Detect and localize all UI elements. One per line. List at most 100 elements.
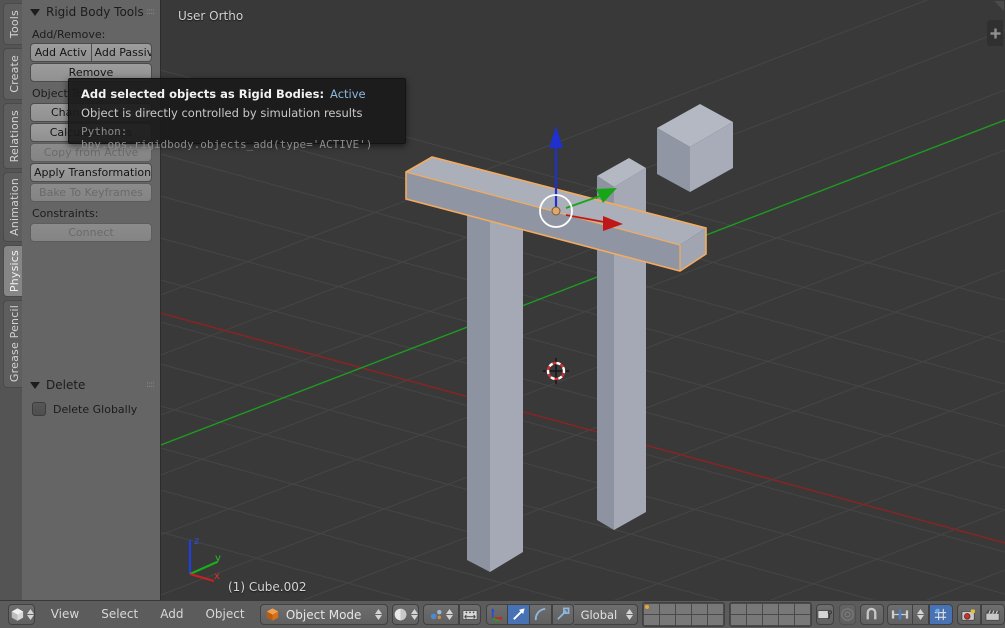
layer-active-dot (644, 605, 649, 609)
shading-solid-icon (394, 608, 407, 621)
layer-cell (691, 615, 707, 625)
translate-manipulator-button[interactable] (507, 604, 530, 625)
layer-cell (795, 615, 811, 625)
checkbox-label: Delete Globally (53, 402, 138, 416)
mesh-post-left (467, 187, 523, 572)
layer-cell (747, 604, 763, 614)
layer-cell (643, 615, 659, 625)
mini-axis-gizmo: z y x (188, 536, 221, 583)
menu-select[interactable]: Select (90, 604, 149, 625)
tooltip-value: Active (330, 87, 366, 101)
connect-button[interactable]: Connect (30, 223, 152, 242)
svg-text:z: z (194, 536, 199, 547)
translate-manipulator-icon (512, 608, 525, 620)
snap-target-closest-icon (891, 609, 908, 620)
snap-target-dropdown[interactable] (912, 604, 929, 625)
tool-shelf-tab-column: Tools Create Relations Animation Physics… (0, 0, 25, 600)
panel-title: Rigid Body Tools (46, 5, 144, 19)
chevron-updown-icon (916, 609, 924, 620)
svg-text:y: y (215, 553, 221, 564)
manipulator-group: Global (485, 604, 638, 625)
proportional-edit-off-icon (840, 608, 854, 621)
collapse-triangle-icon (30, 8, 40, 16)
proportional-edit-button[interactable] (838, 604, 856, 625)
scene-layers-group-2[interactable] (729, 602, 813, 627)
transform-orientation-selector[interactable]: Global (573, 604, 638, 625)
add-active-button[interactable]: Add Activ (30, 43, 92, 62)
orientation-label: Global (580, 607, 618, 622)
lock-to-scene-icon (817, 609, 833, 619)
layer-cell (731, 615, 747, 625)
scene-layers-group-1[interactable] (641, 602, 725, 627)
chevron-updown-icon (374, 609, 382, 620)
layer-cell (659, 615, 675, 625)
snap-element-increment-icon (935, 608, 947, 621)
menu-add[interactable]: Add (149, 604, 194, 625)
render-still-button[interactable] (957, 604, 982, 625)
tab-label: Tools (8, 9, 21, 39)
scale-manipulator-icon (557, 607, 570, 620)
layer-cell (691, 604, 707, 614)
manipulator-toggle-button[interactable] (485, 604, 508, 625)
rotate-manipulator-icon (534, 607, 545, 621)
menu-object[interactable]: Object (194, 604, 255, 625)
chevron-updown-icon (411, 609, 419, 620)
lock-to-scene-button[interactable] (816, 604, 835, 625)
layer-cell (763, 615, 779, 625)
viewport-shading-selector[interactable] (392, 604, 420, 625)
layer-cell (747, 615, 763, 625)
layer-cell (707, 604, 723, 614)
layer-cell (675, 604, 691, 614)
chevron-updown-icon (26, 609, 34, 620)
chevron-updown-icon (625, 609, 633, 620)
menu-view[interactable]: View (40, 604, 90, 625)
viewport-header-bar: View Select Add Object Object Mode Globa… (0, 600, 1005, 628)
snap-toggle-button[interactable] (859, 604, 884, 625)
render-still-camera-icon (961, 608, 975, 621)
tooltip-python-label: Python: (81, 125, 128, 138)
pivot-point-selector[interactable] (423, 604, 460, 625)
npanel-toggle-plus-icon[interactable] (987, 20, 1003, 46)
tooltip-description: Object is directly controlled by simulat… (81, 106, 363, 120)
panel-header-delete[interactable]: Delete :::: (22, 373, 160, 396)
viewport-corner-grip[interactable] (994, 1, 1004, 11)
add-passive-button[interactable]: Add Passiv (91, 43, 152, 62)
rotate-manipulator-button[interactable] (529, 604, 552, 625)
tooltip-python-row: Python: bpy.ops.rigidbody.objects_add(ty… (81, 125, 395, 151)
viewport-object-name: (1) Cube.002 (228, 580, 307, 594)
pivot-median-point-icon (431, 609, 442, 620)
tooltip-title: Add selected objects as Rigid Bodies: (81, 87, 325, 101)
layer-cell (795, 604, 811, 614)
snap-magnet-icon (866, 607, 877, 620)
mode-selector[interactable]: Object Mode (259, 604, 388, 625)
tooltip: Add selected objects as Rigid Bodies: Act… (68, 78, 406, 151)
delete-globally-checkbox[interactable]: Delete Globally (22, 396, 160, 416)
svg-text:x: x (214, 571, 220, 582)
checkbox-box-icon (32, 402, 46, 416)
snap-element-button[interactable] (928, 604, 953, 625)
apply-transformation-button[interactable]: Apply Transformation (30, 163, 152, 182)
scale-manipulator-button[interactable] (551, 604, 574, 625)
layer-cell (763, 604, 779, 614)
viewport-view-label: User Ortho (178, 9, 244, 23)
bake-to-keyframes-button[interactable]: Bake To Keyframes (30, 183, 152, 202)
blender-window: User Ortho (1) Cube.002 z y x Tools Crea… (0, 0, 1005, 628)
manipulate-center-points-toggle[interactable] (459, 604, 482, 625)
render-animation-button[interactable] (981, 604, 1005, 625)
panel-header-rigid-body-tools[interactable]: Rigid Body Tools :::: (22, 0, 160, 23)
section-label-add-remove: Add/Remove: (32, 28, 106, 41)
render-animation-clapper-icon (985, 609, 1001, 621)
add-remove-button-row: Add Activ Add Passiv (22, 43, 160, 62)
layer-cell (707, 615, 723, 625)
object-mode-cube-icon (266, 608, 278, 621)
layer-cell (779, 615, 795, 625)
layer-cell (675, 615, 691, 625)
render-group (957, 604, 1005, 625)
layer-cell (779, 604, 795, 614)
editor-type-selector[interactable] (8, 604, 36, 625)
snap-target-selector[interactable] (886, 604, 913, 625)
tab-label: Physics (8, 249, 21, 293)
panel-title: Delete (46, 378, 86, 392)
panel-grip-icon: :::: (145, 380, 155, 390)
snapping-group (859, 604, 953, 625)
